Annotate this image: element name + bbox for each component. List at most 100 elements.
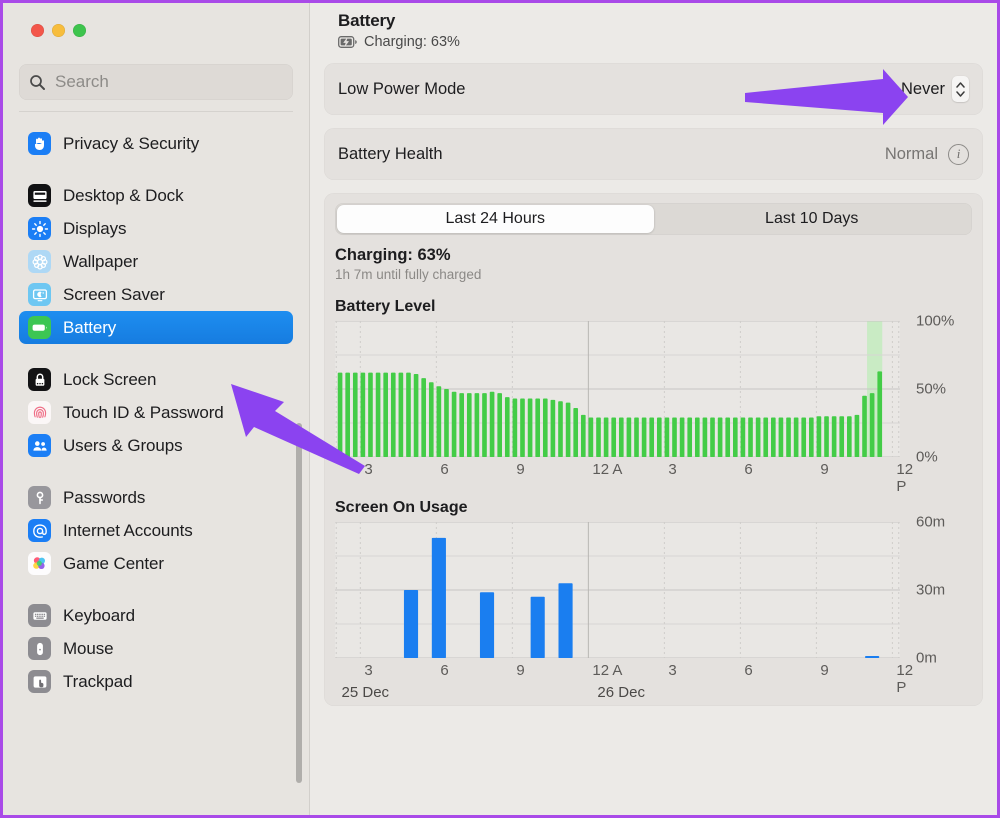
brightness-icon [28,217,51,240]
sidebar-item-trackpad[interactable]: Trackpad [19,665,293,698]
sidebar-item-internet-accounts[interactable]: Internet Accounts [19,514,293,547]
window-controls [3,3,309,53]
game-center-icon [28,552,51,575]
search-container [3,53,309,112]
date-label: 25 Dec [341,684,390,701]
sidebar-scrollbar[interactable] [296,423,302,783]
battery-level-chart-area: 100% 50% 0% [335,313,972,466]
low-power-mode-card: Low Power Mode Never [324,63,983,115]
sidebar-item-label: Trackpad [63,671,133,691]
search-input[interactable] [55,72,283,92]
y-tick-label: 50% [916,380,947,398]
screen-on-usage-date-labels: 25 Dec 26 Dec [335,684,900,706]
main-content: Battery Charging: 63% Low Power Mode Nev… [310,3,997,815]
battery-health-value: Normal [884,144,938,163]
sidebar-item-label: Passwords [63,487,146,507]
tab-last-10-days[interactable]: Last 10 Days [654,205,971,233]
x-tick-label: 12 A [592,662,623,679]
search-icon [30,74,45,90]
sidebar-item-label: Desktop & Dock [63,185,184,205]
usage-range-segmented-control[interactable]: Last 24 Hours Last 10 Days [335,203,972,235]
users-groups-icon [28,434,51,457]
keyboard-icon [28,604,51,627]
sidebar-group-separator [3,160,309,179]
sidebar-item-label: Screen Saver [63,284,165,304]
sidebar-group-separator [3,462,309,481]
sidebar-item-label: Internet Accounts [63,520,193,540]
x-tick-label: 6 [440,461,449,478]
maximize-window-button[interactable] [73,24,86,37]
screen-on-usage-y-axis-labels: 60m 30m 0m [902,514,972,667]
battery-level-chart-title: Battery Level [335,298,436,315]
fingerprint-icon [28,401,51,424]
screen-on-usage-x-axis-labels: 3 6 9 12 A 3 6 9 12 P [335,658,913,696]
sidebar-item-passwords[interactable]: Passwords [19,481,293,514]
sidebar-item-label: Users & Groups [63,435,183,455]
sidebar-item-screen-saver[interactable]: Screen Saver [19,278,293,311]
low-power-mode-row[interactable]: Low Power Mode Never [324,63,983,115]
sidebar-item-displays[interactable]: Displays [19,212,293,245]
key-icon [28,486,51,509]
charge-status-text: Charging: 63% [364,34,460,50]
minimize-window-button[interactable] [52,24,65,37]
x-tick-label: 6 [744,461,753,478]
sidebar-item-mouse[interactable]: Mouse [19,632,293,665]
sidebar-item-battery[interactable]: Battery [19,311,293,344]
y-tick-label: 100% [916,312,955,330]
x-tick-label: 3 [364,662,373,679]
system-settings-window: Privacy & Security Desktop & Dock Displays… [0,0,1000,818]
low-power-mode-stepper[interactable] [952,76,969,102]
sidebar-nav-list: Privacy & Security Desktop & Dock Displays… [3,123,309,815]
sidebar-item-keyboard[interactable]: Keyboard [19,599,293,632]
close-window-button[interactable] [31,24,44,37]
battery-level-chart-block: Battery Level 100% 50% 0% 3 6 9 12 A 3 6 9 12 P [324,298,983,495]
trackpad-icon [28,670,51,693]
battery-level-svg [335,321,900,457]
sidebar-item-touch-id-password[interactable]: Touch ID & Password [19,396,293,429]
sidebar-group-separator [3,344,309,363]
screen-on-usage-chart-area: 60m 30m 0m [335,514,972,667]
sidebar-group-separator [3,580,309,599]
battery-level-plot [335,321,900,457]
sidebar-item-label: Touch ID & Password [63,402,224,422]
sidebar-item-label: Game Center [63,553,164,573]
search-field[interactable] [19,64,293,100]
tab-last-24-hours[interactable]: Last 24 Hours [337,205,654,233]
x-tick-label: 3 [364,461,373,478]
sidebar-item-label: Displays [63,218,127,238]
page-header: Battery Charging: 63% [324,3,983,50]
x-tick-label: 6 [440,662,449,679]
info-circle-icon[interactable]: i [948,143,969,165]
x-tick-label: 6 [744,662,753,679]
battery-health-row: Battery Health Normal i [324,128,983,180]
low-power-mode-value[interactable]: Never [901,80,945,99]
sidebar-item-label: Privacy & Security [63,133,200,153]
sidebar-item-label: Battery [63,317,117,337]
charging-status-title: Charging: 63% [335,246,451,264]
y-tick-label: 60m [916,513,946,531]
battery-charging-icon [338,36,357,48]
sidebar-item-label: Keyboard [63,605,135,625]
sidebar-item-desktop-dock[interactable]: Desktop & Dock [19,179,293,212]
charging-status-block: Charging: 63% 1h 7m until fully charged [324,235,983,282]
desktop-dock-icon [28,184,51,207]
page-title: Battery [338,11,396,30]
lock-screen-icon [28,368,51,391]
mouse-icon [28,637,51,660]
sidebar-item-users-groups[interactable]: Users & Groups [19,429,293,462]
sidebar-item-wallpaper[interactable]: Wallpaper [19,245,293,278]
screen-saver-icon [28,283,51,306]
sidebar-item-label: Wallpaper [63,251,139,271]
sidebar-item-lock-screen[interactable]: Lock Screen [19,363,293,396]
battery-level-y-axis-labels: 100% 50% 0% [902,313,972,466]
sidebar-item-privacy-security[interactable]: Privacy & Security [19,127,293,160]
screen-on-usage-chart-block: Screen On Usage 60m 30m 0m 3 6 9 12 A 3 6 9 12 P … [324,499,983,706]
sidebar-item-game-center[interactable]: Game Center [19,547,293,580]
battery-icon [28,316,51,339]
at-sign-icon [28,519,51,542]
charging-status-subtitle: 1h 7m until fully charged [335,267,482,282]
wallpaper-flower-icon [28,250,51,273]
battery-health-card: Battery Health Normal i [324,128,983,180]
screen-on-usage-plot [335,522,900,658]
x-tick-label: 9 [516,461,525,478]
